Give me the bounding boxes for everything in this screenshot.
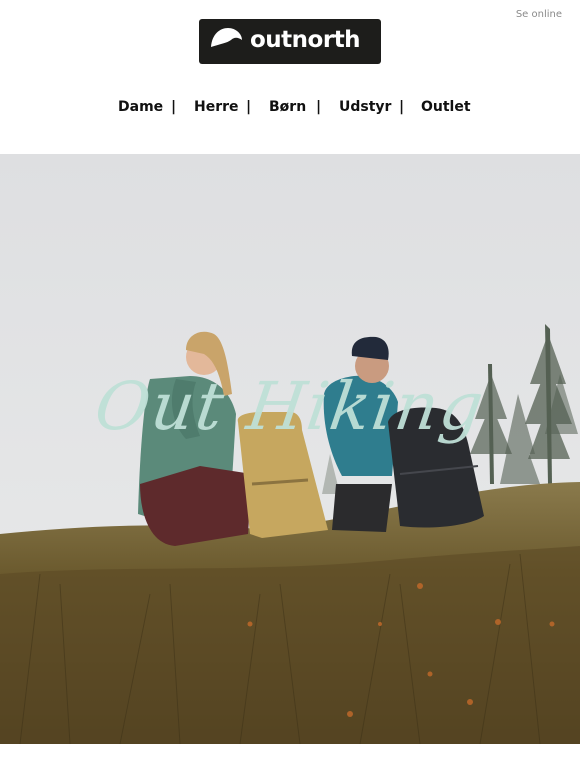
- hero-banner[interactable]: Out Hiking: [0, 154, 580, 744]
- nav-item-outlet[interactable]: Outlet: [421, 97, 471, 117]
- mountain-logo-icon: [211, 28, 242, 47]
- hero-title: Out Hiking: [90, 368, 490, 445]
- nav-separator: |: [171, 99, 177, 115]
- nav-item-herre[interactable]: Herre: [194, 97, 239, 117]
- main-nav: Dame | Herre | Børn | Udstyr | Outlet: [0, 97, 580, 119]
- view-online-link[interactable]: Se online: [516, 9, 562, 20]
- nav-item-dame[interactable]: Dame: [118, 97, 163, 117]
- nav-item-udstyr[interactable]: Udstyr: [339, 97, 391, 117]
- nav-separator: |: [316, 99, 322, 115]
- nav-separator: |: [246, 99, 252, 115]
- nav-separator: |: [399, 99, 405, 115]
- nav-item-born[interactable]: Børn: [269, 97, 306, 117]
- outnorth-logo[interactable]: outnorth: [199, 19, 381, 64]
- logo-wordmark: outnorth: [250, 27, 361, 53]
